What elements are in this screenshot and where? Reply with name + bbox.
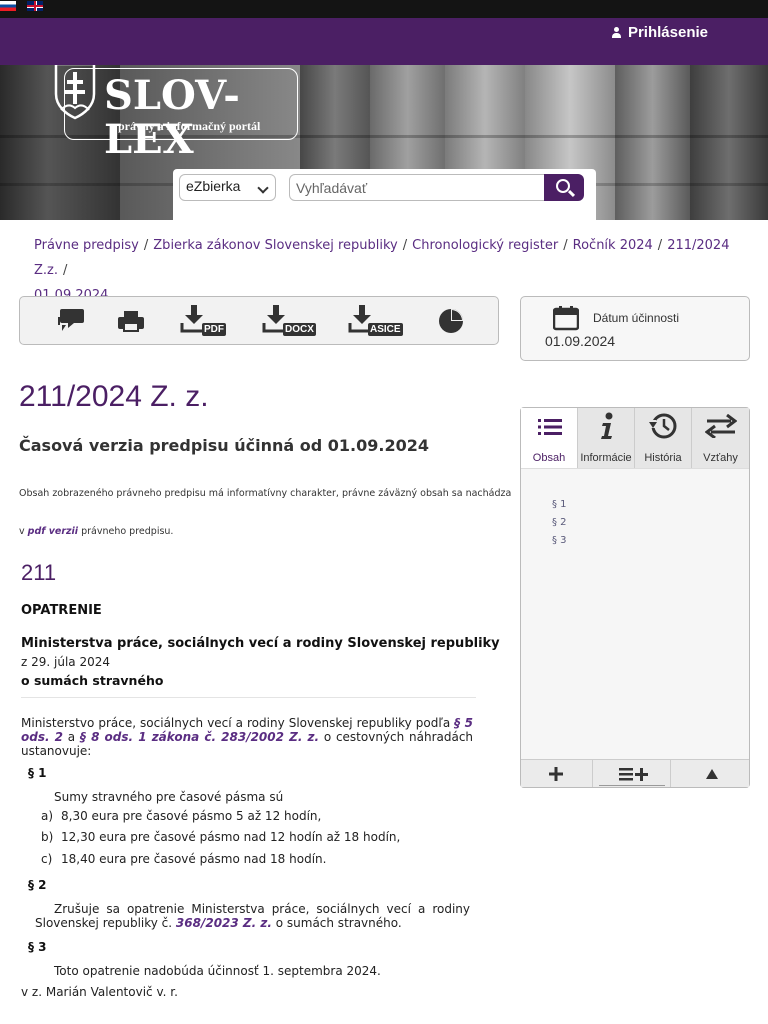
history-icon — [648, 413, 677, 439]
crest-icon — [54, 65, 96, 120]
flag-gb-icon[interactable] — [27, 1, 43, 11]
chevron-down-icon — [257, 182, 269, 194]
flag-sk-icon[interactable] — [0, 1, 16, 11]
paragraph-2-heading: § 2 — [28, 878, 47, 892]
search-icon — [556, 179, 570, 193]
side-panel: Obsah Informácie História Vzťahy § 1 § 2… — [520, 407, 750, 788]
list-item: 18,40 eura pre časové pásmo nad 18 hodín… — [61, 852, 327, 866]
toc-item[interactable]: § 2 — [552, 517, 567, 528]
list-item-letter: a) — [41, 809, 54, 823]
breadcrumb-item[interactable]: Chronologický register — [412, 238, 558, 253]
expand-button[interactable] — [521, 760, 593, 787]
page-title: 211/2024 Z. z. — [19, 380, 209, 413]
user-icon — [611, 27, 621, 38]
logo-title: SLOV-LEX — [104, 72, 240, 163]
paragraph-1-text: Sumy stravného pre časové pásma sú — [54, 790, 284, 804]
divider — [21, 697, 476, 698]
side-panel-footer — [521, 759, 749, 787]
expand-list-icon — [619, 768, 648, 781]
law-reference-link[interactable]: § 8 ods. 1 zákona č. 283/2002 Z. z. — [80, 730, 319, 744]
scroll-top-button[interactable] — [671, 760, 749, 787]
print-icon[interactable] — [116, 305, 146, 337]
toc-item[interactable]: § 1 — [552, 499, 567, 510]
repealed-regulation-link[interactable]: 368/2023 Z. z. — [176, 916, 272, 930]
tab-label: Vzťahy — [703, 452, 738, 464]
document-toolbar: PDF DOCX ASICE — [19, 296, 499, 345]
collection-select-value: eZbierka — [186, 178, 241, 194]
paragraph-2-text: Zrušuje sa opatrenie Ministerstva práce,… — [35, 902, 470, 930]
language-bar — [0, 0, 768, 18]
issuer: Ministerstva práce, sociálnych vecí a ro… — [21, 636, 500, 651]
subject: o sumách stravného — [21, 673, 164, 688]
breadcrumb-item[interactable]: Právne predpisy — [34, 238, 139, 253]
version-heading: Časová verzia predpisu účinná od 01.09.2… — [19, 436, 429, 455]
download-pdf-button[interactable]: PDF — [180, 305, 230, 337]
regulation-type: OPATRENIE — [21, 603, 102, 618]
pie-chart-icon[interactable] — [436, 305, 466, 337]
list-item: 12,30 eura pre časové pásmo nad 12 hodín… — [61, 830, 401, 844]
comments-icon[interactable] — [56, 305, 86, 337]
toc-list: § 1 § 2 § 3 — [521, 468, 749, 759]
calendar-icon[interactable] — [553, 305, 579, 331]
login-link[interactable]: Prihlásenie — [611, 24, 708, 41]
breadcrumb-item[interactable]: Zbierka zákonov Slovenskej republiky — [153, 238, 397, 253]
tab-historia[interactable]: História — [635, 408, 692, 468]
regulation-number: 211 — [21, 560, 57, 585]
signature: v z. Marián Valentovič v. r. — [21, 985, 178, 999]
download-asice-button[interactable]: ASICE — [348, 305, 408, 337]
triangle-up-icon — [706, 769, 718, 779]
relations-icon — [705, 414, 737, 438]
login-label: Prihlásenie — [627, 24, 708, 41]
effective-date-label: Dátum účinnosti — [593, 311, 680, 325]
paragraph-1-heading: § 1 — [28, 766, 47, 780]
list-item-letter: b) — [41, 830, 54, 844]
notice-line-1: Obsah zobrazeného právneho predpisu má i… — [19, 488, 512, 499]
list-icon — [538, 419, 562, 435]
effective-date-value[interactable]: 01.09.2024 — [545, 333, 615, 349]
search-button[interactable] — [544, 174, 584, 201]
notice-line-2: v pdf verzii právneho predpisu. — [19, 526, 174, 537]
pdf-version-link[interactable]: pdf verzii — [28, 526, 78, 537]
download-docx-button[interactable]: DOCX — [262, 305, 322, 337]
search-input[interactable] — [289, 174, 545, 201]
tab-vztahy[interactable]: Vzťahy — [692, 408, 749, 468]
intro-paragraph: Ministerstvo práce, sociálnych vecí a ro… — [21, 716, 474, 758]
slov-lex-logo[interactable]: SLOV-LEX právny a informačný portál — [52, 65, 298, 162]
plus-icon — [549, 767, 563, 781]
effective-date-box: Dátum účinnosti 01.09.2024 — [520, 296, 750, 361]
search-panel: eZbierka — [173, 169, 596, 220]
tab-informacie[interactable]: Informácie — [578, 408, 635, 468]
expand-all-button[interactable] — [593, 760, 671, 787]
logo-subtitle: právny a informačný portál — [118, 119, 261, 133]
list-item-letter: c) — [41, 852, 53, 866]
tab-label: Informácie — [580, 452, 632, 464]
breadcrumb-item[interactable]: Ročník 2024 — [573, 238, 653, 253]
info-icon — [601, 412, 613, 439]
paragraph-3-heading: § 3 — [28, 940, 47, 954]
issue-date: z 29. júla 2024 — [21, 655, 110, 669]
tab-label: Obsah — [532, 452, 566, 464]
list-item: 8,30 eura pre časové pásmo 5 až 12 hodín… — [61, 809, 322, 823]
tab-label: História — [644, 452, 682, 464]
paragraph-3-text: Toto opatrenie nadobúda účinnosť 1. sept… — [54, 964, 381, 978]
collection-select[interactable]: eZbierka — [179, 174, 276, 201]
side-tabs: Obsah Informácie História Vzťahy — [521, 408, 749, 468]
tab-obsah[interactable]: Obsah — [521, 408, 578, 468]
toc-item[interactable]: § 3 — [552, 535, 567, 546]
